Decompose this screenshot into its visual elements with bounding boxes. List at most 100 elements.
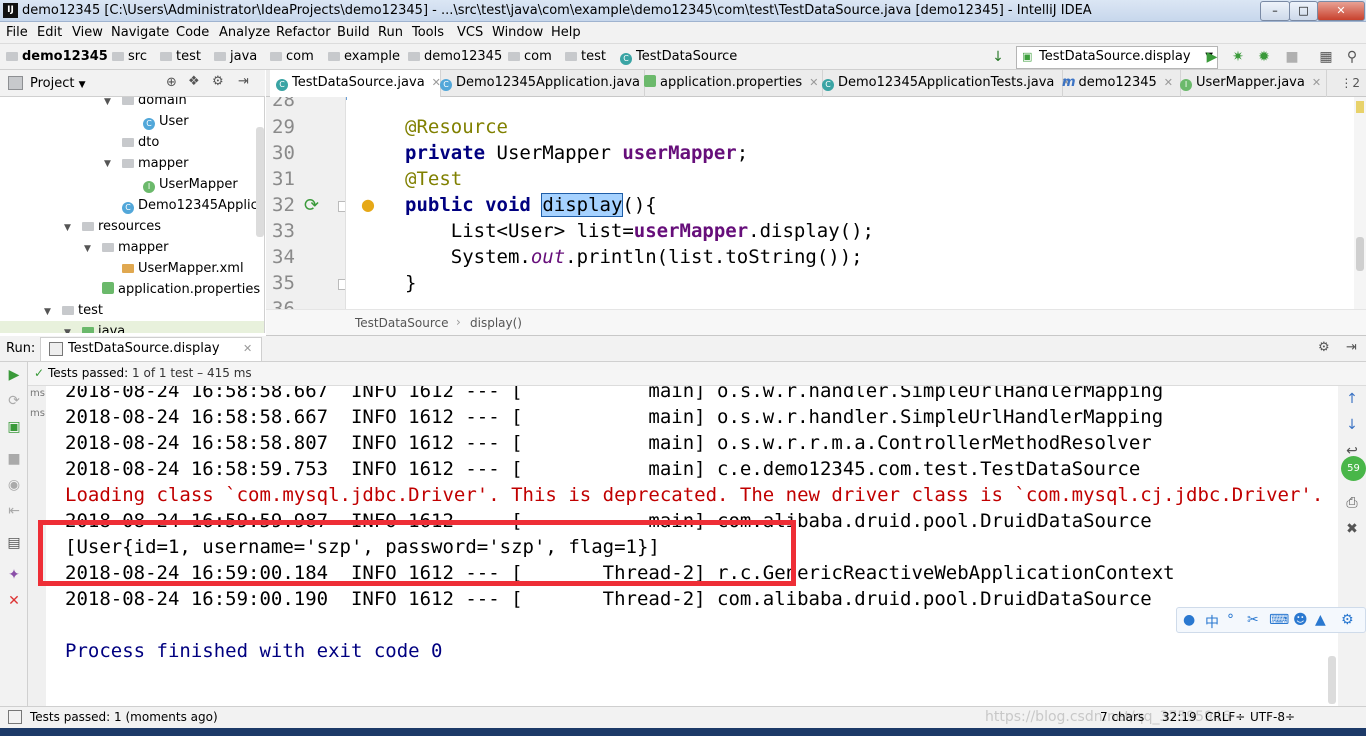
toggle-autotest-icon[interactable]: ▣	[5, 418, 23, 436]
expand-arrow-icon[interactable]: ▼	[44, 307, 51, 317]
shirt-icon[interactable]: ▲	[1315, 612, 1326, 628]
tab-demo12345application[interactable]: CDemo12345Application.java✕	[434, 70, 656, 97]
close-tab-icon[interactable]: ✕	[243, 342, 252, 355]
menu-view[interactable]: View	[72, 25, 103, 40]
expand-arrow-icon[interactable]: ▼	[84, 244, 91, 254]
menu-refactor[interactable]: Refactor	[276, 25, 331, 40]
project-structure-icon[interactable]: ▦	[1318, 49, 1334, 65]
tree-item-usermapper[interactable]: I UserMapper	[143, 177, 238, 193]
up-arrow-icon[interactable]: ↑	[1343, 390, 1361, 408]
keyboard-icon[interactable]: ⌨	[1269, 612, 1289, 628]
tool-windows-icon[interactable]	[8, 710, 22, 724]
breadcrumb-java[interactable]: java	[214, 49, 257, 64]
menu-tools[interactable]: Tools	[412, 25, 444, 40]
tab-testdatasource[interactable]: C TestDataSource.java ✕	[270, 70, 441, 100]
chinese-input-icon[interactable]: 中	[1205, 612, 1219, 632]
expand-arrow-icon[interactable]: ▼	[104, 97, 111, 107]
menu-help[interactable]: Help	[551, 25, 581, 40]
menu-navigate[interactable]: Navigate	[111, 25, 169, 40]
tree-item-mapper[interactable]: mapper	[122, 156, 188, 171]
tree-item-application[interactable]: CDemo12345Applicatio	[122, 198, 264, 214]
maximize-button[interactable]: □	[1289, 1, 1318, 21]
camera-icon[interactable]: ◉	[5, 476, 23, 494]
editor-breadcrumb-method[interactable]: display()	[470, 316, 522, 330]
caret-position[interactable]: 32:19	[1162, 710, 1197, 724]
run-config-selector[interactable]: ▣ TestDataSource.display ▼	[1016, 46, 1218, 69]
rerun-icon[interactable]: ▶	[5, 366, 23, 384]
breadcrumb-testdatasource[interactable]: C TestDataSource	[620, 49, 737, 65]
close-window-button[interactable]: ✕	[1317, 1, 1365, 21]
close-run-icon[interactable]: ✕	[5, 592, 23, 610]
collapse-icon[interactable]: ❖	[188, 74, 200, 89]
layout-icon[interactable]: ▤	[5, 534, 23, 552]
breadcrumb-test[interactable]: test	[160, 49, 201, 64]
hide-panel-icon[interactable]: ⇥	[238, 74, 249, 89]
breadcrumb-example[interactable]: example	[328, 49, 400, 64]
tab-demo12345applicationtests[interactable]: C Demo12345ApplicationTests.java ✕	[816, 70, 1071, 97]
close-tab-icon[interactable]: ✕	[1312, 76, 1321, 89]
expand-arrow-icon[interactable]: ▼	[64, 223, 71, 233]
tree-item-dto[interactable]: dto	[122, 135, 159, 150]
tree-item-domain[interactable]: domain	[122, 97, 187, 108]
project-view-selector[interactable]: Project ▼	[30, 76, 86, 91]
breadcrumb-demo12345[interactable]: demo12345	[408, 49, 502, 64]
stop-icon[interactable]: ■	[5, 450, 23, 468]
breadcrumb-com[interactable]: com	[270, 49, 314, 64]
down-arrow-icon[interactable]: ↓	[1343, 416, 1361, 434]
editor-scrollbar[interactable]	[1354, 97, 1366, 309]
menu-file[interactable]: File	[6, 25, 28, 40]
run-icon[interactable]: ▶	[1204, 49, 1220, 65]
fold-marker-icon[interactable]	[338, 201, 345, 212]
breadcrumb-project[interactable]: demo12345	[6, 49, 108, 64]
menu-code[interactable]: Code	[176, 25, 209, 40]
minimize-button[interactable]: –	[1260, 1, 1290, 21]
file-encoding[interactable]: UTF-8÷	[1250, 710, 1295, 724]
expand-arrow-icon[interactable]: ▼	[64, 328, 71, 333]
stop-icon[interactable]: ■	[1284, 49, 1300, 65]
exit-icon[interactable]: ⇤	[5, 502, 23, 520]
settings-gear-icon[interactable]: ⚙	[212, 74, 224, 89]
lightbulb-icon[interactable]: ●	[361, 195, 375, 214]
tree-item-application-properties[interactable]: application.properties	[102, 282, 260, 297]
avatar-icon[interactable]: ●	[1183, 612, 1195, 628]
editor-scroll-thumb[interactable]	[1356, 237, 1364, 271]
tree-item-user[interactable]: C User	[143, 114, 189, 130]
breadcrumb-test-2[interactable]: test	[565, 49, 606, 64]
punctuation-icon[interactable]: °	[1227, 612, 1234, 628]
menu-analyze[interactable]: Analyze	[219, 25, 270, 40]
menu-run[interactable]: Run	[378, 25, 403, 40]
hide-panel-icon[interactable]: ⇥	[1346, 340, 1357, 355]
tree-item-mapper-resources[interactable]: mapper	[102, 240, 168, 255]
breadcrumb-com-2[interactable]: com	[508, 49, 552, 64]
scissors-icon[interactable]: ✂	[1247, 612, 1259, 628]
tree-item-java[interactable]: java	[82, 324, 125, 333]
tab-overflow-icon[interactable]: ⋮2	[1340, 76, 1360, 90]
search-everywhere-icon[interactable]: ⚲	[1344, 49, 1360, 65]
build-arrow-icon[interactable]: ↓	[990, 49, 1006, 65]
debug-icon[interactable]: ✷	[1230, 49, 1246, 65]
tab-application-properties[interactable]: application.properties ✕	[638, 70, 823, 97]
menu-window[interactable]: Window	[492, 25, 543, 40]
line-separator[interactable]: CRLF÷	[1205, 710, 1245, 724]
print-icon[interactable]: ⎙	[1343, 494, 1361, 512]
tree-scrollbar[interactable]	[256, 127, 264, 237]
close-tab-icon[interactable]: ✕	[1164, 76, 1173, 89]
run-tab[interactable]: TestDataSource.display ✕	[40, 337, 262, 361]
settings-gear-icon[interactable]: ⚙	[1318, 340, 1330, 355]
trash-icon[interactable]: ✖	[1343, 520, 1361, 538]
console-scrollbar[interactable]	[1328, 656, 1336, 704]
user-icon[interactable]: ☻	[1293, 612, 1308, 628]
tree-item-resources[interactable]: resources	[82, 219, 161, 234]
breadcrumb-src[interactable]: src	[112, 49, 147, 64]
tab-demo12345-maven[interactable]: m demo12345 ✕	[1056, 70, 1181, 97]
rerun-failed-icon[interactable]: ⟳	[5, 392, 23, 410]
tree-item-test[interactable]: test	[62, 303, 103, 318]
locate-icon[interactable]: ⊕	[166, 75, 177, 90]
tab-usermapper[interactable]: I UserMapper.java ✕	[1174, 70, 1327, 97]
menu-edit[interactable]: Edit	[37, 25, 62, 40]
code-editor[interactable]: ● @Resource private UserMapper userMappe…	[347, 97, 1354, 309]
coverage-icon[interactable]: ✹	[1256, 49, 1272, 65]
menu-vcs[interactable]: VCS	[457, 25, 483, 40]
fold-marker-icon[interactable]	[338, 279, 345, 290]
run-test-gutter-icon[interactable]: ⟳	[304, 195, 319, 216]
